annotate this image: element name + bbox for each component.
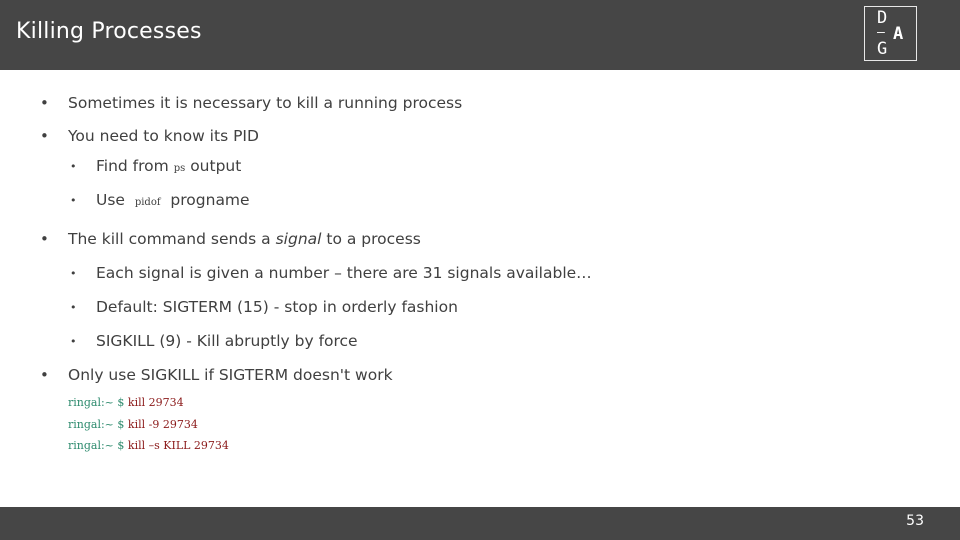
bullet-text: Sometimes it is necessary to kill a runn… <box>68 94 463 112</box>
code-line: ringal:~ $ kill –s KILL 29734 <box>68 439 229 452</box>
inline-code: pidof <box>134 197 161 208</box>
bullet-text: The kill command sends a <box>68 230 271 248</box>
shell-command: kill -9 29734 <box>127 418 198 431</box>
slide-header: Killing Processes D – A G <box>0 0 960 70</box>
shell-prompt: ringal:~ $ <box>68 439 125 452</box>
bullet-dot: • <box>70 301 77 314</box>
bullet-dot: • <box>70 194 77 207</box>
bullet-text: to a process <box>326 230 421 248</box>
bullet-dot: • <box>70 267 77 280</box>
slide-title: Killing Processes <box>16 19 202 44</box>
bullet-dot: • <box>40 127 49 145</box>
inline-code: ps <box>173 163 186 174</box>
bullet-dot: • <box>40 230 49 248</box>
code-line: ringal:~ $ kill -9 29734 <box>68 418 198 431</box>
shell-prompt: ringal:~ $ <box>68 418 125 431</box>
bullet-text: Use <box>96 191 125 209</box>
logo-letter-g: G <box>877 39 888 59</box>
bullet-text: Only use SIGKILL if SIGTERM doesn't work <box>68 366 393 384</box>
bullet-text: Each signal is given a number – there ar… <box>96 264 592 282</box>
shell-command: kill 29734 <box>127 396 184 409</box>
bullet-text: Default: SIGTERM (15) - stop in orderly … <box>96 298 458 316</box>
bullet-dot: • <box>70 160 77 173</box>
slide-footer: 53 <box>0 507 960 540</box>
dag-logo: D – A G <box>864 6 917 61</box>
page-number: 53 <box>906 513 924 529</box>
bullet-text: progname <box>170 191 250 209</box>
bullet-text: SIGKILL (9) - Kill abruptly by force <box>96 332 358 350</box>
shell-prompt: ringal:~ $ <box>68 396 125 409</box>
bullet-dot: • <box>40 94 49 112</box>
shell-command: kill –s KILL 29734 <box>127 439 229 452</box>
code-line: ringal:~ $ kill 29734 <box>68 396 184 409</box>
bullet-dot: • <box>70 335 77 348</box>
bullet-text: You need to know its PID <box>68 127 259 145</box>
bullet-text: Find from <box>96 157 169 175</box>
emphasis-text: signal <box>275 230 322 248</box>
bullet-text: output <box>190 157 242 175</box>
logo-letter-a: A <box>893 24 904 44</box>
bullet-dot: • <box>40 366 49 384</box>
